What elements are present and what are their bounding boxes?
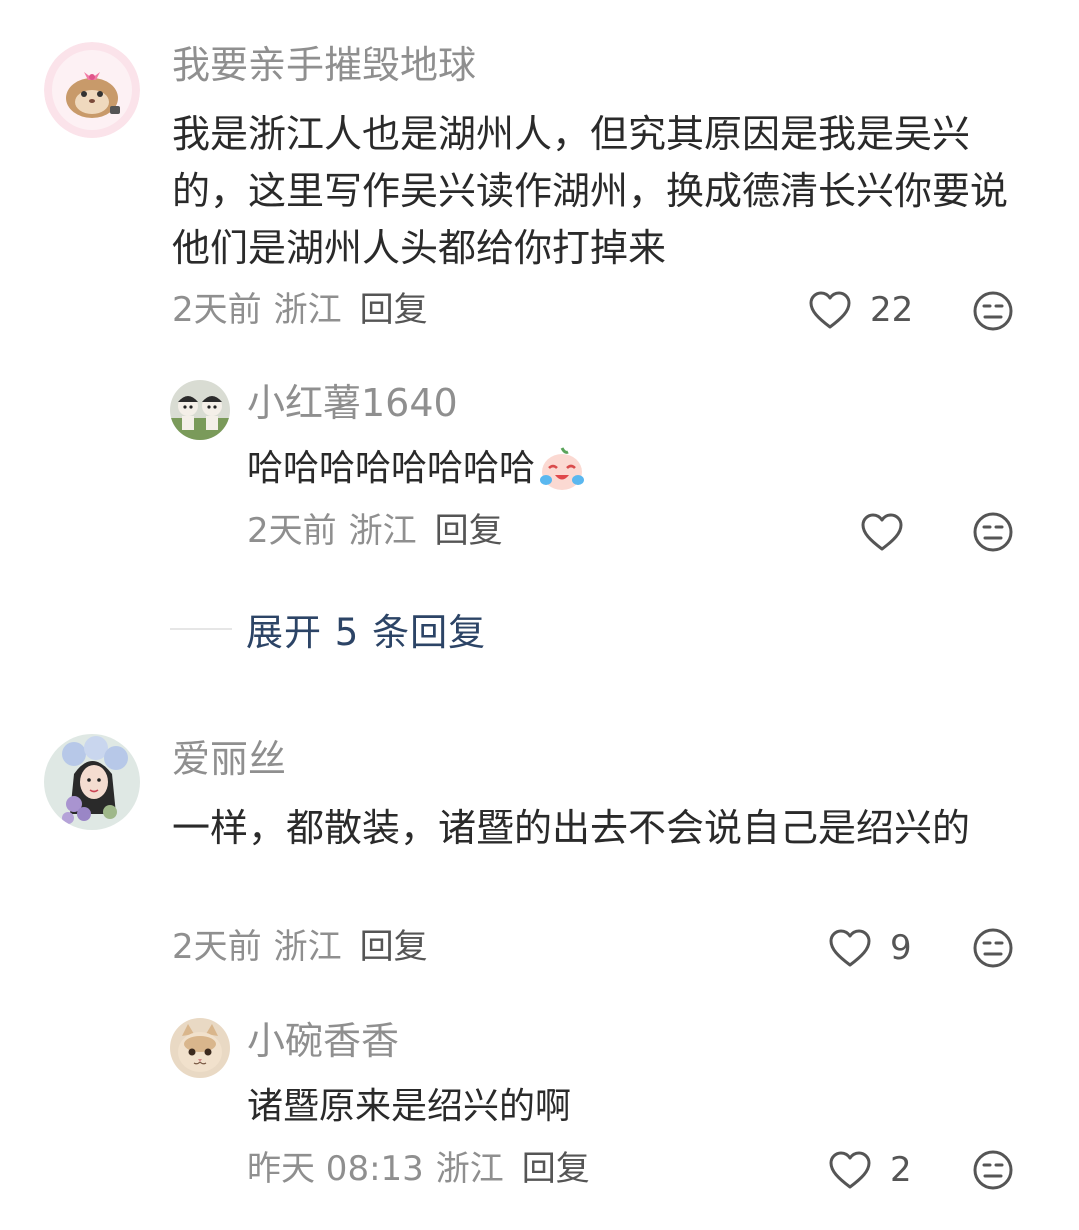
comment-text: 我是浙江人也是湖州人，但究其原因是我是吴兴的，这里写作吴兴读作湖州，换成德清长兴… [172, 112, 1009, 270]
meh-face-icon [973, 291, 1013, 331]
cat-avatar[interactable] [170, 1018, 230, 1078]
reply-meta: 2天前 浙江 回复 [247, 514, 503, 548]
comment-location: 浙江 [273, 927, 342, 967]
divider [170, 628, 232, 630]
comment-time: 2天前 [172, 927, 262, 967]
reply-time: 昨天 08:13 [247, 1149, 424, 1189]
reply-button[interactable]: 回复 [360, 927, 428, 967]
heart-icon [809, 291, 851, 329]
reply-text: 哈哈哈哈哈哈哈哈 [247, 440, 1007, 497]
reply-text-content: 哈哈哈哈哈哈哈哈 [247, 448, 536, 489]
comment-text: 一样，都散装，诸暨的出去不会说自己是绍兴的 [172, 806, 971, 850]
girl-flowers-avatar[interactable] [44, 734, 140, 830]
dislike-button[interactable] [972, 511, 1014, 557]
dislike-button[interactable] [972, 1149, 1014, 1195]
comment-meta: 2天前 浙江 回复 [172, 930, 428, 964]
meh-face-icon [973, 512, 1013, 552]
meh-face-icon [973, 928, 1013, 968]
reply-time: 2天前 [247, 511, 337, 551]
comment-item: 爱丽丝 一样，都散装，诸暨的出去不会说自己是绍兴的 2天前 浙江 回复 9 小碗… [0, 700, 1079, 1220]
comment-location: 浙江 [273, 290, 342, 330]
heart-icon [829, 1151, 871, 1189]
reply-location: 浙江 [435, 1149, 504, 1189]
heart-icon [829, 929, 871, 967]
dislike-button[interactable] [972, 290, 1014, 336]
expand-replies-button[interactable]: 展开 5 条回复 [170, 602, 486, 656]
comment-author[interactable]: 我要亲手摧毁地球 [172, 46, 476, 84]
reply-author[interactable]: 小碗香香 [247, 1022, 399, 1060]
heart-icon [861, 513, 903, 551]
comment-item: 我要亲手摧毁地球 我是浙江人也是湖州人，但究其原因是我是吴兴的，这里写作吴兴读作… [0, 0, 1079, 654]
comment-meta: 2天前 浙江 回复 [172, 293, 428, 327]
like-button[interactable]: 2 [828, 1150, 912, 1190]
like-button[interactable]: 9 [828, 928, 912, 968]
like-button[interactable] [860, 512, 922, 552]
comment-time: 2天前 [172, 290, 262, 330]
reply-button[interactable]: 回复 [435, 511, 503, 551]
like-count: 22 [870, 290, 914, 330]
reply-button[interactable]: 回复 [522, 1149, 590, 1189]
meh-face-icon [973, 1150, 1013, 1190]
comment-author[interactable]: 爱丽丝 [172, 740, 286, 778]
reply-button[interactable]: 回复 [360, 290, 428, 330]
reply-meta: 昨天 08:13 浙江 回复 [247, 1152, 590, 1186]
like-button[interactable]: 22 [808, 290, 913, 330]
figurines-avatar[interactable] [170, 380, 230, 440]
reply-text: 诸暨原来是绍兴的啊 [247, 1086, 572, 1127]
crying-laughing-emoji [540, 446, 585, 490]
reply-location: 浙江 [348, 511, 417, 551]
dislike-button[interactable] [972, 927, 1014, 973]
hamster-avatar[interactable] [44, 42, 140, 138]
expand-replies-label[interactable]: 展开 5 条回复 [246, 602, 486, 656]
like-count: 2 [890, 1150, 912, 1190]
reply-author[interactable]: 小红薯1640 [247, 384, 458, 422]
like-count: 9 [890, 928, 912, 968]
